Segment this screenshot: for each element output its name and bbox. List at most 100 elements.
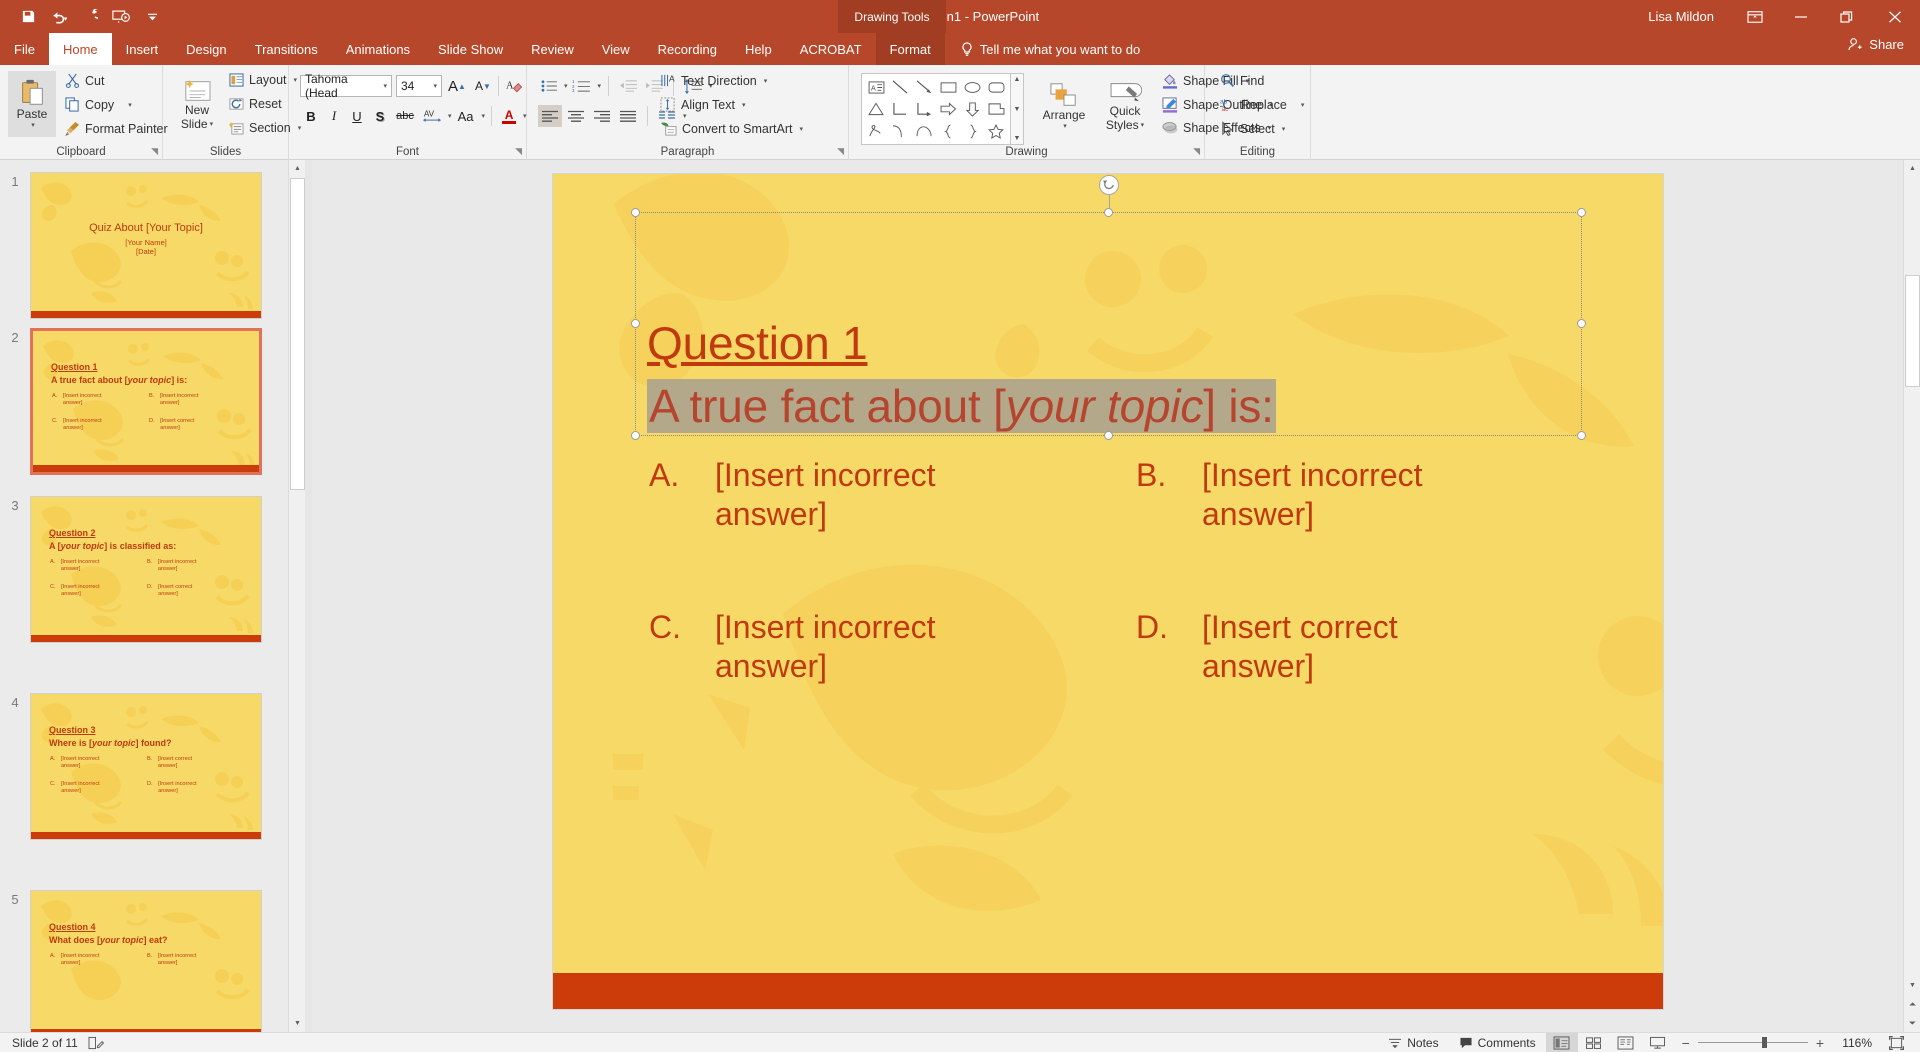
copy-dropdown-icon[interactable]: ▾ <box>128 101 132 109</box>
shapes-scroll-down-icon[interactable]: ▼ <box>1014 106 1021 113</box>
slide-option-a[interactable]: A. [Insert incorrect answer] <box>649 456 1015 534</box>
fit-to-window-button[interactable] <box>1880 1033 1912 1052</box>
font-color-button[interactable]: A <box>498 105 520 127</box>
align-text-button[interactable]: Align Text ▾ <box>657 96 748 113</box>
thumbnail-scrollbar-thumb[interactable] <box>290 178 305 490</box>
zoom-in-button[interactable]: + <box>1816 1035 1824 1051</box>
slide-option-c[interactable]: C. [Insert incorrect answer] <box>649 608 1015 686</box>
view-slide-show-button[interactable] <box>1642 1033 1674 1052</box>
find-button[interactable]: Find <box>1217 72 1267 89</box>
paste-dropdown-icon[interactable]: ▾ <box>31 122 35 130</box>
slide-scrollbar-thumb[interactable] <box>1905 275 1920 387</box>
slide-editing-stage[interactable]: Question 1 A true fact about [your topic… <box>312 160 1902 1032</box>
bullets-button[interactable] <box>538 75 560 97</box>
clear-formatting-icon[interactable]: A <box>503 75 525 97</box>
clipboard-dialog-launcher-icon[interactable]: ◥ <box>151 146 158 157</box>
thumbnail-frame-2[interactable]: Question 1 A true fact about [your topic… <box>30 328 262 475</box>
slide-scroll-up-icon[interactable]: ▲ <box>1904 160 1920 177</box>
view-reading-button[interactable] <box>1610 1033 1642 1052</box>
resize-handle-middle-left[interactable] <box>631 319 640 328</box>
thumbnail-scroll-down-icon[interactable]: ▼ <box>289 1015 306 1032</box>
character-spacing-button[interactable]: AV <box>419 105 445 127</box>
shapes-more-icon[interactable]: ▼ <box>1014 135 1021 142</box>
shape-text-box[interactable]: A <box>864 76 888 98</box>
tab-view[interactable]: View <box>588 33 644 65</box>
numbering-button[interactable]: 123 <box>570 75 594 97</box>
restore-icon[interactable] <box>1824 0 1870 33</box>
resize-handle-bottom-right[interactable] <box>1577 431 1586 440</box>
previous-slide-icon[interactable]: ⏶ <box>1904 996 1920 1013</box>
zoom-knob[interactable] <box>1762 1037 1767 1048</box>
comments-button[interactable]: Comments <box>1449 1033 1546 1052</box>
quick-styles-button[interactable]: Quick Styles ▾ <box>1096 73 1154 139</box>
slide-counter[interactable]: Slide 2 of 11 <box>12 1036 78 1050</box>
zoom-slider[interactable]: − + <box>1682 1035 1824 1051</box>
replace-dropdown-icon[interactable]: ▾ <box>1301 101 1305 109</box>
thumbnail-pane-scrollbar[interactable]: ▲ ▼ <box>288 160 305 1032</box>
slide-area-scrollbar[interactable]: ▲ ▼ ⏶ ⏷ <box>1903 160 1920 1032</box>
bold-button[interactable]: B <box>300 105 322 127</box>
shape-freeform[interactable] <box>864 120 888 142</box>
tab-format[interactable]: Format <box>876 33 945 65</box>
view-slide-sorter-button[interactable] <box>1578 1033 1610 1052</box>
smartart-dropdown-icon[interactable]: ▾ <box>799 125 803 133</box>
copy-button[interactable]: Copy ▾ <box>62 96 135 113</box>
thumbnail-slide-2[interactable]: 2 <box>0 328 288 475</box>
shape-right-arrow[interactable] <box>936 98 960 120</box>
arrange-dropdown-icon[interactable]: ▾ <box>1063 123 1067 131</box>
replace-button[interactable]: abac Replace ▾ <box>1217 96 1307 113</box>
decrease-indent-button[interactable] <box>616 75 640 97</box>
select-button[interactable]: Select ▾ <box>1217 120 1288 137</box>
minimize-icon[interactable] <box>1778 0 1824 33</box>
font-size-dropdown-icon[interactable]: ▾ <box>433 82 441 90</box>
thumbnail-frame-5[interactable]: Question 4 What does [your topic] eat? A… <box>30 890 262 1032</box>
pane-splitter[interactable] <box>305 160 312 1032</box>
new-slide-dropdown-icon[interactable]: ▾ <box>210 121 214 129</box>
italic-button[interactable]: I <box>323 105 345 127</box>
paragraph-dialog-launcher-icon[interactable]: ◥ <box>837 146 844 157</box>
tab-review[interactable]: Review <box>517 33 588 65</box>
character-spacing-dropdown-icon[interactable]: ▾ <box>448 112 452 120</box>
view-normal-button[interactable] <box>1546 1033 1578 1052</box>
thumbnail-scroll-up-icon[interactable]: ▲ <box>289 160 306 177</box>
save-icon[interactable] <box>14 4 42 29</box>
account-user-name[interactable]: Lisa Mildon <box>1648 9 1714 24</box>
font-dialog-launcher-icon[interactable]: ◥ <box>515 146 522 157</box>
redo-icon[interactable] <box>76 4 104 29</box>
shape-star[interactable] <box>984 120 1008 142</box>
thumbnail-frame-4[interactable]: Question 3 Where is [your topic] found? … <box>30 693 262 840</box>
thumbnail-slide-5[interactable]: 5 <box>0 890 288 1032</box>
change-case-dropdown-icon[interactable]: ▾ <box>482 112 486 120</box>
undo-dropdown-icon[interactable]: ▾ <box>64 16 68 23</box>
font-size-combobox[interactable]: 34 ▾ <box>396 75 442 97</box>
slide-scroll-down-icon[interactable]: ▼ <box>1904 977 1920 994</box>
convert-to-smartart-button[interactable]: Convert to SmartArt ▾ <box>657 120 806 137</box>
arrange-button[interactable]: Arrange ▾ <box>1036 73 1092 139</box>
shapes-gallery[interactable]: A <box>861 73 1011 145</box>
resize-handle-top-center[interactable] <box>1104 208 1113 217</box>
justify-button[interactable] <box>616 105 640 127</box>
underline-button[interactable]: U <box>346 105 368 127</box>
tab-design[interactable]: Design <box>172 33 240 65</box>
select-dropdown-icon[interactable]: ▾ <box>1282 125 1286 133</box>
close-icon[interactable] <box>1870 0 1920 33</box>
change-case-button[interactable]: Aa <box>453 105 479 127</box>
numbering-dropdown-icon[interactable]: ▾ <box>598 82 602 90</box>
cut-button[interactable]: Cut <box>62 72 107 89</box>
shape-rectangle[interactable] <box>936 76 960 98</box>
decrease-font-size-button[interactable]: A▼ <box>472 75 494 97</box>
resize-handle-bottom-center[interactable] <box>1104 431 1113 440</box>
font-name-combobox[interactable]: Tahoma (Head ▾ <box>300 75 392 97</box>
customize-qat-icon[interactable] <box>138 4 166 29</box>
notes-button[interactable]: Notes <box>1378 1033 1448 1052</box>
text-shadow-button[interactable]: S <box>369 105 391 127</box>
shape-flowchart-tape[interactable] <box>984 98 1008 120</box>
shape-arrow[interactable] <box>912 76 936 98</box>
shape-elbow-arrow-connector[interactable] <box>912 98 936 120</box>
zoom-track[interactable] <box>1698 1042 1808 1043</box>
thumbnail-frame-3[interactable]: Question 2 A [your topic] is classified … <box>30 496 262 643</box>
bullets-dropdown-icon[interactable]: ▾ <box>564 82 568 90</box>
slide-option-b[interactable]: B. [Insert incorrect answer] <box>1136 456 1502 534</box>
resize-handle-bottom-left[interactable] <box>631 431 640 440</box>
format-painter-button[interactable]: Format Painter <box>62 120 171 137</box>
